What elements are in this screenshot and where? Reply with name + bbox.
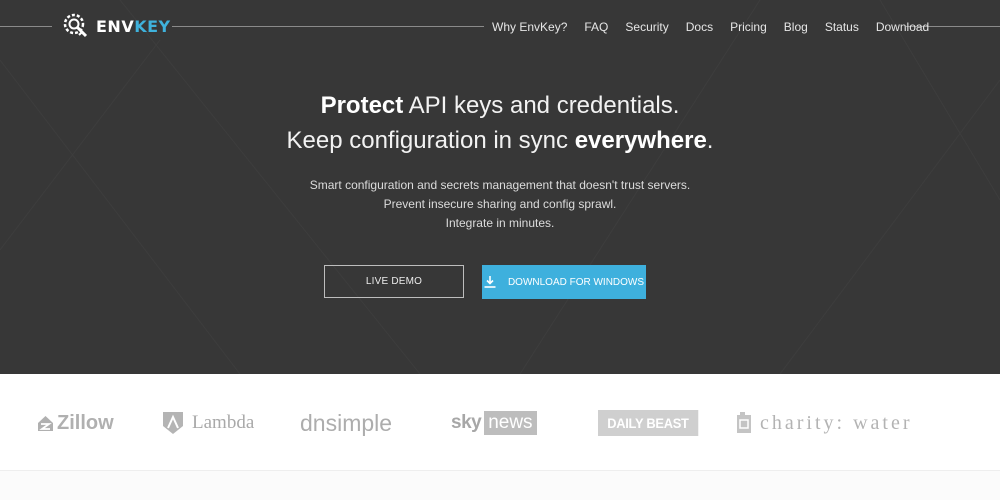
nav-link-why-envkey[interactable]: Why EnvKey? — [492, 20, 567, 34]
dnsimple-text: dnsimple — [300, 409, 393, 436]
headline-line-2-end: . — [706, 127, 714, 154]
headline-everywhere: everywhere — [574, 127, 707, 154]
nav-link-faq[interactable]: FAQ — [584, 20, 608, 34]
jerry-can-icon — [737, 412, 751, 433]
zillow-house-icon — [38, 415, 53, 431]
download-windows-button[interactable]: DOWNLOAD FOR WINDOWS — [482, 265, 646, 299]
lower-section — [0, 471, 1000, 500]
daily-beast-logo: DAILY BEAST — [598, 408, 707, 438]
logo-text-env: ENV — [96, 16, 135, 36]
headline-line-2: Keep configuration in sync everywhere. — [0, 123, 1000, 158]
hero-headline: Protect API keys and credentials. Keep c… — [0, 88, 1000, 158]
logo-text-key: KEY — [134, 16, 171, 36]
zillow-logo: Zillow — [37, 408, 114, 438]
subtext-line-1: Smart configuration and secrets manageme… — [309, 178, 691, 192]
sky-text: sky — [451, 412, 482, 433]
nav-link-pricing[interactable]: Pricing — [730, 20, 767, 34]
headline-line-2-start: Keep configuration in sync — [286, 127, 575, 154]
lambda-text: Lambda — [192, 412, 255, 433]
live-demo-button[interactable]: LIVE DEMO — [324, 265, 464, 298]
news-text: news — [484, 411, 537, 435]
daily-beast-text: DAILY BEAST — [598, 410, 698, 436]
nav-divider-middle — [172, 26, 484, 27]
subtext-line-2: Prevent insecure sharing and config spra… — [383, 197, 617, 211]
nav-link-security[interactable]: Security — [625, 20, 668, 34]
download-button-label: DOWNLOAD FOR WINDOWS — [507, 276, 645, 288]
charity-water-logo: charity: water — [736, 408, 913, 438]
lambda-shield-icon — [163, 412, 183, 434]
nav-link-blog[interactable]: Blog — [784, 20, 808, 34]
headline-protect: Protect — [320, 92, 404, 119]
headline-line-1-rest: API keys and credentials. — [403, 92, 680, 119]
nav-link-download[interactable]: Download — [876, 20, 929, 34]
logo-wordmark: ENVKEY — [96, 17, 171, 36]
hero-subtext: Smart configuration and secrets manageme… — [0, 176, 1000, 233]
subtext-line-3: Integrate in minutes. — [445, 216, 555, 230]
nav-link-status[interactable]: Status — [825, 20, 859, 34]
main-nav: Why EnvKey? FAQ Security Docs Pricing Bl… — [492, 18, 929, 36]
dnsimple-logo: dnsimple — [300, 408, 392, 438]
nav-divider-left — [0, 26, 52, 27]
download-icon — [484, 276, 496, 288]
nav-link-docs[interactable]: Docs — [686, 20, 713, 34]
zillow-text: Zillow — [57, 411, 114, 434]
hero-section: ENVKEY Why EnvKey? FAQ Security Docs Pri… — [0, 0, 1000, 374]
key-gear-icon — [63, 13, 88, 38]
charity-water-text: charity: water — [760, 411, 913, 434]
envkey-logo[interactable]: ENVKEY — [62, 11, 171, 41]
headline-line-1: Protect API keys and credentials. — [0, 88, 1000, 123]
sky-news-logo: sky news — [451, 408, 537, 438]
lambda-logo: Lambda — [162, 408, 254, 438]
